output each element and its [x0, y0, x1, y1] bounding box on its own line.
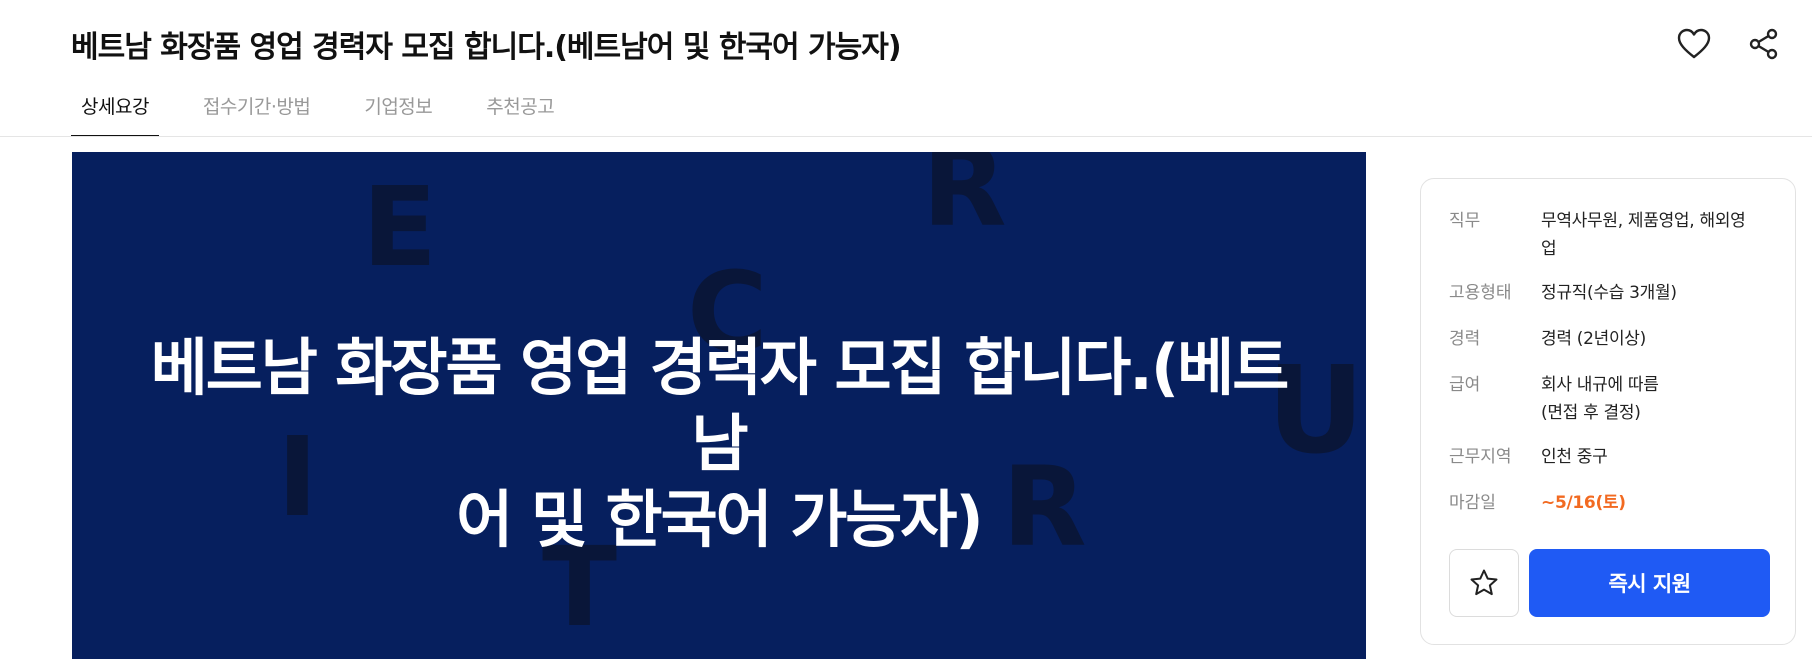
tab-detail[interactable]: 상세요강: [71, 84, 159, 137]
info-label: 경력: [1449, 329, 1481, 349]
tab-recommended[interactable]: 추천공고: [476, 84, 564, 137]
info-label: 마감일: [1449, 493, 1496, 513]
job-summary-card: 직무 무역사무원, 제품영업, 해외영 업 고용형태 정규직(수습 3개월) 경…: [1420, 178, 1796, 645]
tab-divider: [0, 136, 1812, 137]
job-posting-page: 베트남 화장품 영업 경력자 모집 합니다.(베트남어 및 한국어 가능자) 상…: [0, 0, 1812, 659]
info-value-line: 회사 내규에 따름: [1541, 375, 1659, 395]
tab-company-info[interactable]: 기업정보: [354, 84, 442, 137]
info-value: 무역사무원, 제품영업, 해외영 업: [1541, 207, 1771, 263]
info-value: 정규직(수습 3개월): [1541, 283, 1677, 303]
info-label: 근무지역: [1449, 447, 1512, 467]
info-value-line: (면접 후 결정): [1541, 403, 1641, 423]
banner-headline: 베트남 화장품 영업 경력자 모집 합니다.(베트남 어 및 한국어 가능자): [132, 330, 1306, 558]
info-row-salary: 급여 회사 내규에 따름 (면접 후 결정): [1449, 371, 1771, 427]
heart-icon: [1677, 28, 1711, 59]
like-button[interactable]: [1674, 24, 1714, 64]
info-row-job: 직무 무역사무원, 제품영업, 해외영 업: [1449, 207, 1771, 263]
star-icon: [1470, 569, 1498, 596]
banner-bg-letter: E: [362, 163, 438, 291]
page-title: 베트남 화장품 영업 경력자 모집 합니다.(베트남어 및 한국어 가능자): [71, 30, 902, 65]
tab-bar: 상세요강 접수기간·방법 기업정보 추천공고: [71, 84, 598, 137]
job-banner: E R C U I R T 베트남 화장품 영업 경력자 모집 합니다.(베트남…: [72, 152, 1366, 659]
info-row-career: 경력 경력 (2년이상): [1449, 325, 1771, 353]
bookmark-button[interactable]: [1449, 549, 1519, 617]
info-label: 직무: [1449, 211, 1481, 231]
tab-application-period[interactable]: 접수기간·방법: [193, 84, 320, 137]
info-row-deadline: 마감일 ~5/16(토): [1449, 489, 1771, 517]
share-button[interactable]: [1744, 24, 1784, 64]
banner-headline-line: 베트남 화장품 영업 경력자 모집 합니다.(베트남: [150, 331, 1290, 480]
info-value-line: 업: [1541, 239, 1557, 259]
info-row-location: 근무지역 인천 중구: [1449, 443, 1771, 471]
header-actions: [1674, 24, 1784, 64]
apply-now-button[interactable]: 즉시 지원: [1529, 549, 1770, 617]
info-label: 고용형태: [1449, 283, 1512, 303]
info-row-employment-type: 고용형태 정규직(수습 3개월): [1449, 279, 1771, 307]
info-value: 인천 중구: [1541, 447, 1608, 467]
info-value-line: 무역사무원, 제품영업, 해외영: [1541, 211, 1746, 231]
info-label: 급여: [1449, 375, 1481, 395]
banner-headline-line: 어 및 한국어 가능자): [456, 483, 983, 556]
deadline-value: ~5/16(토): [1541, 493, 1626, 513]
info-value: 경력 (2년이상): [1541, 329, 1646, 349]
share-icon: [1749, 28, 1778, 60]
banner-bg-letter: R: [922, 152, 1007, 251]
info-value: 회사 내규에 따름 (면접 후 결정): [1541, 371, 1771, 427]
